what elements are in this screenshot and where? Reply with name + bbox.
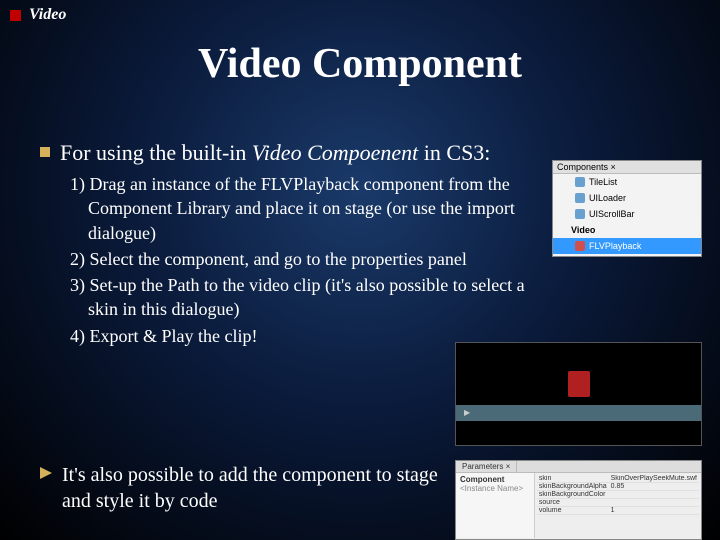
table-row: source (537, 499, 699, 507)
param-key: skinBackgroundColor (537, 491, 609, 499)
list-item-label: TileList (589, 177, 617, 187)
main-text: For using the built-in Video Compoenent … (60, 140, 490, 166)
param-val: 1 (609, 507, 699, 515)
param-key: volume (537, 507, 609, 515)
list-item: UILoader (553, 190, 701, 206)
panel-body: Component <Instance Name> skinSkinOverPl… (456, 473, 701, 538)
param-val (609, 491, 699, 499)
table-row: skinBackgroundColor (537, 491, 699, 499)
step-item: 2) Select the component, and go to the p… (70, 247, 530, 271)
params-table: skinSkinOverPlaySeekMute.swf skinBackgro… (537, 475, 699, 515)
panel-tabs: Parameters × (456, 461, 701, 473)
steps-list: 1) Drag an instance of the FLVPlayback c… (70, 172, 530, 350)
flvplayback-icon (575, 241, 585, 251)
table-row: skinBackgroundAlpha0.85 (537, 483, 699, 491)
list-item-selected: FLVPlayback (553, 238, 701, 254)
panel-tab: Components × (553, 161, 701, 174)
param-key: source (537, 499, 609, 507)
component-icon (575, 193, 585, 203)
parameters-panel: Parameters × Component <Instance Name> s… (455, 460, 702, 540)
triangle-bullet-icon (40, 467, 52, 479)
slide-title: Video Component (0, 40, 720, 88)
component-type: Component (460, 475, 530, 484)
step-item: 1) Drag an instance of the FLVPlayback c… (70, 172, 530, 245)
param-val: 0.85 (609, 483, 699, 491)
header-label: Video (29, 6, 66, 24)
param-val (609, 499, 699, 507)
folder-icon (561, 225, 571, 235)
instance-name: <Instance Name> (460, 484, 530, 493)
components-panel: Components × TileList UILoader UIScrollB… (552, 160, 702, 257)
main-text-italic: Video Compoenent (252, 140, 418, 165)
footnote: It's also possible to add the component … (40, 462, 440, 514)
param-key: skinBackgroundAlpha (537, 483, 609, 491)
panel-right: skinSkinOverPlaySeekMute.swf skinBackgro… (535, 473, 701, 538)
component-icon (575, 177, 585, 187)
table-row: volume1 (537, 507, 699, 515)
list-group-label: Video (571, 225, 595, 235)
list-item-label: UILoader (589, 193, 626, 203)
video-controls (456, 405, 701, 421)
swf-icon (568, 371, 590, 397)
main-text-post: in CS3: (418, 140, 490, 165)
panel-left: Component <Instance Name> (456, 473, 535, 538)
list-item: UIScrollBar (553, 206, 701, 222)
list-item-label: UIScrollBar (589, 209, 635, 219)
footnote-text: It's also possible to add the component … (62, 462, 440, 514)
slide: Video Video Component For using the buil… (0, 0, 720, 540)
step-item: 3) Set-up the Path to the video clip (it… (70, 273, 530, 322)
list-item-label: FLVPlayback (589, 241, 641, 251)
list-group: Video (553, 222, 701, 238)
component-icon (575, 209, 585, 219)
panel-tab: Parameters × (456, 461, 517, 472)
main-text-pre: For using the built-in (60, 140, 252, 165)
square-bullet-icon (10, 10, 21, 21)
list-item: TileList (553, 174, 701, 190)
table-row: skinSkinOverPlaySeekMute.swf (537, 475, 699, 483)
param-val: SkinOverPlaySeekMute.swf (609, 475, 699, 483)
slide-header: Video (10, 6, 66, 24)
square-bullet-icon (40, 147, 50, 157)
video-preview (455, 342, 702, 446)
param-key: skin (537, 475, 609, 483)
